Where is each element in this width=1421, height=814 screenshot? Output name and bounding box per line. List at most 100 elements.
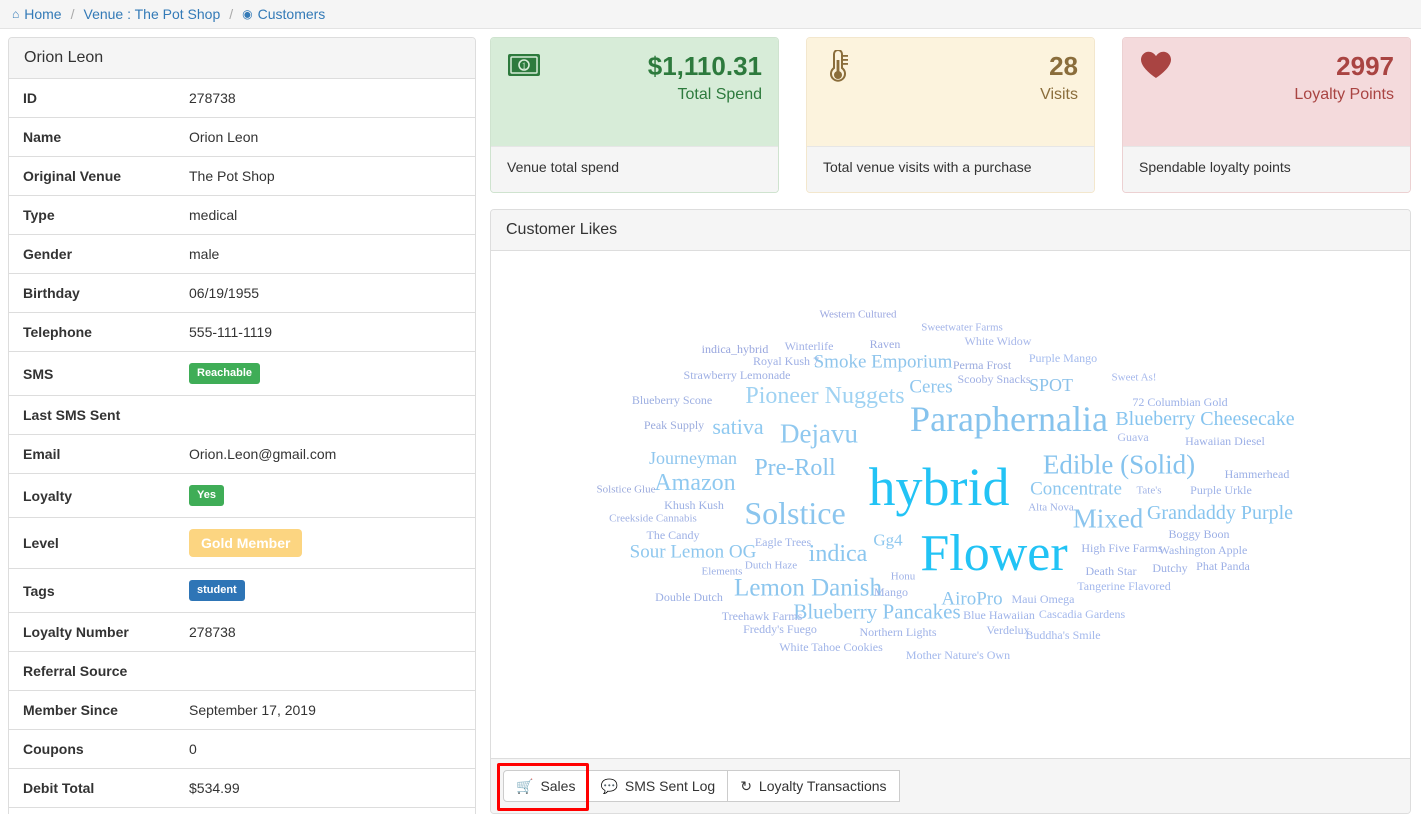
stat-card-values: $1,110.31 Total Spend xyxy=(648,50,762,107)
breadcrumb-item-label: Home xyxy=(24,6,62,22)
word-cloud-term: Washington Apple xyxy=(1158,543,1248,557)
word-cloud-term: Lemon Danish xyxy=(734,574,882,602)
status-badge: Gold Member xyxy=(189,529,303,557)
word-cloud-term: sativa xyxy=(712,414,764,439)
profile-field-value: male xyxy=(189,246,220,262)
stat-card-label: Visits xyxy=(1040,85,1078,103)
word-cloud-term: Mixed xyxy=(1072,503,1144,534)
profile-field-value: $0.00 xyxy=(175,808,475,814)
word-cloud-term: High Five Farms xyxy=(1081,541,1163,555)
profile-field-label: Type xyxy=(23,207,55,223)
word-cloud-term: Double Dutch xyxy=(655,590,723,604)
stat-card-value: $1,110.31 xyxy=(647,51,762,81)
profile-field-value: 278738 xyxy=(189,90,236,106)
word-cloud-term: Dutch Haze xyxy=(744,559,798,572)
word-cloud-term: Strawberry Lemonade xyxy=(683,368,791,382)
profile-field-value: 278738 xyxy=(189,624,236,640)
sales-button[interactable]: 🛒 Sales xyxy=(503,770,589,802)
page-title: Orion Leon xyxy=(9,38,475,79)
shopping-cart-icon: 🛒 xyxy=(516,778,534,794)
profile-field-value: September 17, 2019 xyxy=(189,702,316,718)
profile-field-label: Telephone xyxy=(23,324,92,340)
word-cloud-term: Ceres xyxy=(909,376,953,398)
stat-card-value: 28 xyxy=(1049,51,1078,81)
table-row: SMS Reachable xyxy=(9,352,475,396)
profile-field-label: Loyalty xyxy=(23,487,73,504)
word-cloud-term: Tangerine Flavored xyxy=(1077,579,1171,593)
word-cloud-term: Purple Mango xyxy=(1028,351,1098,365)
breadcrumb-separator: / xyxy=(229,6,234,22)
word-cloud-term: Edible (Solid) xyxy=(1042,449,1196,480)
profile-field-value: 0 xyxy=(189,741,197,757)
word-cloud-term: SPOT xyxy=(1028,375,1074,395)
word-cloud-term: Flower xyxy=(920,525,1068,582)
word-cloud-term: Boggy Boon xyxy=(1168,527,1230,541)
table-row: Type medical xyxy=(9,196,475,235)
stat-card-footer: Total venue visits with a purchase xyxy=(807,146,1094,192)
word-cloud-term: Solstice xyxy=(744,495,846,531)
stat-card-value: 2997 xyxy=(1336,51,1394,81)
word-cloud-term: hybrid xyxy=(868,457,1010,517)
stat-card-label: Loyalty Points xyxy=(1294,85,1394,103)
word-cloud-term: Treehawk Farms xyxy=(721,609,803,623)
page-body: Orion Leon ID 278738 Name Orion Leon Origina… xyxy=(0,29,1421,814)
action-button-bar: 🛒 Sales 💬 SMS Sent Log ↻ Loyalty Transactions xyxy=(491,758,1410,813)
refresh-icon: ↻ xyxy=(740,778,752,794)
word-cloud-term: Alta Nova xyxy=(1028,501,1074,514)
word-cloud-term: The Candy xyxy=(646,528,700,542)
loyalty-transactions-button[interactable]: ↻ Loyalty Transactions xyxy=(727,770,900,802)
word-cloud-term: Journeyman xyxy=(649,448,737,468)
profile-field-label: Last SMS Sent xyxy=(23,407,121,423)
table-row: Tags student xyxy=(9,569,475,613)
word-cloud-term: indica xyxy=(808,541,868,567)
word-cloud-term: Blue Hawaiian xyxy=(963,608,1035,622)
customer-detail-column: 1 $1,110.31 Total Spend Venue total spend 28… xyxy=(490,37,1411,814)
customer-profile-panel: Orion Leon ID 278738 Name Orion Leon Origina… xyxy=(8,37,476,814)
stat-card-loyalty-points: 2997 Loyalty Points Spendable loyalty poin… xyxy=(1122,37,1411,193)
customer-likes-title: Customer Likes xyxy=(491,210,1410,251)
svg-text:1: 1 xyxy=(522,61,527,71)
word-cloud-term: Pioneer Nuggets xyxy=(745,383,905,409)
heart-icon xyxy=(1139,50,1173,85)
thermometer-icon xyxy=(823,49,851,89)
customer-profile-table: ID 278738 Name Orion Leon Original Venue The … xyxy=(9,79,475,814)
word-cloud-term: Blueberry Pancakes xyxy=(793,599,961,624)
word-cloud-term: Gg4 xyxy=(873,530,903,550)
stat-card-label: Total Spend xyxy=(677,85,762,103)
stat-card-header: 1 $1,110.31 Total Spend xyxy=(491,38,778,146)
table-row: Loyalty Number 278738 xyxy=(9,613,475,652)
comment-icon: 💬 xyxy=(600,778,618,794)
table-row: Original Venue The Pot Shop xyxy=(9,157,475,196)
profile-field-label: Coupons xyxy=(23,741,84,757)
word-cloud-term: Sour Lemon OG xyxy=(629,541,757,563)
profile-field-label: Gratuity xyxy=(9,808,175,814)
profile-field-value xyxy=(175,396,475,435)
button-label: SMS Sent Log xyxy=(624,778,716,794)
breadcrumb-item-customers[interactable]: ◉ Customers xyxy=(242,6,325,22)
breadcrumb-item-home[interactable]: ⌂ Home xyxy=(12,6,62,22)
word-cloud-term: Sweet As! xyxy=(1111,371,1157,384)
action-button-group: 🛒 Sales 💬 SMS Sent Log ↻ Loyalty Transactions xyxy=(497,763,900,811)
profile-field-value: Reachable xyxy=(175,352,475,396)
profile-field-value xyxy=(175,652,475,691)
profile-field-label: Gender xyxy=(23,246,73,262)
word-cloud-term: Concentrate xyxy=(1030,478,1122,500)
stat-card-footer: Spendable loyalty points xyxy=(1123,146,1410,192)
stat-card-visits: 28 Visits Total venue visits with a purcha… xyxy=(806,37,1095,193)
word-cloud-term: Northern Lights xyxy=(859,625,937,639)
stat-card-header: 2997 Loyalty Points xyxy=(1123,38,1410,146)
word-cloud-container: Western Cultured Sweetwater Farms indica_h… xyxy=(491,251,1410,758)
profile-field-value: $534.99 xyxy=(189,780,240,796)
word-cloud-term: Pre-Roll xyxy=(754,455,836,481)
profile-field-value: medical xyxy=(189,207,238,223)
word-cloud-term: Guava xyxy=(1117,430,1149,444)
word-cloud-term: Eagle Trees xyxy=(754,535,812,549)
table-row: Member Since September 17, 2019 xyxy=(9,691,475,730)
profile-field-label: Member Since xyxy=(23,702,118,718)
word-cloud-term: Hawaiian Diesel xyxy=(1185,434,1265,448)
word-cloud-term: Paraphernalia xyxy=(910,399,1108,439)
profile-field-label: ID xyxy=(23,90,37,106)
sms-sent-log-button[interactable]: 💬 SMS Sent Log xyxy=(587,770,729,802)
status-badge: Reachable xyxy=(189,363,261,384)
breadcrumb-item-venue-the-pot-shop[interactable]: Venue : The Pot Shop xyxy=(84,6,221,22)
